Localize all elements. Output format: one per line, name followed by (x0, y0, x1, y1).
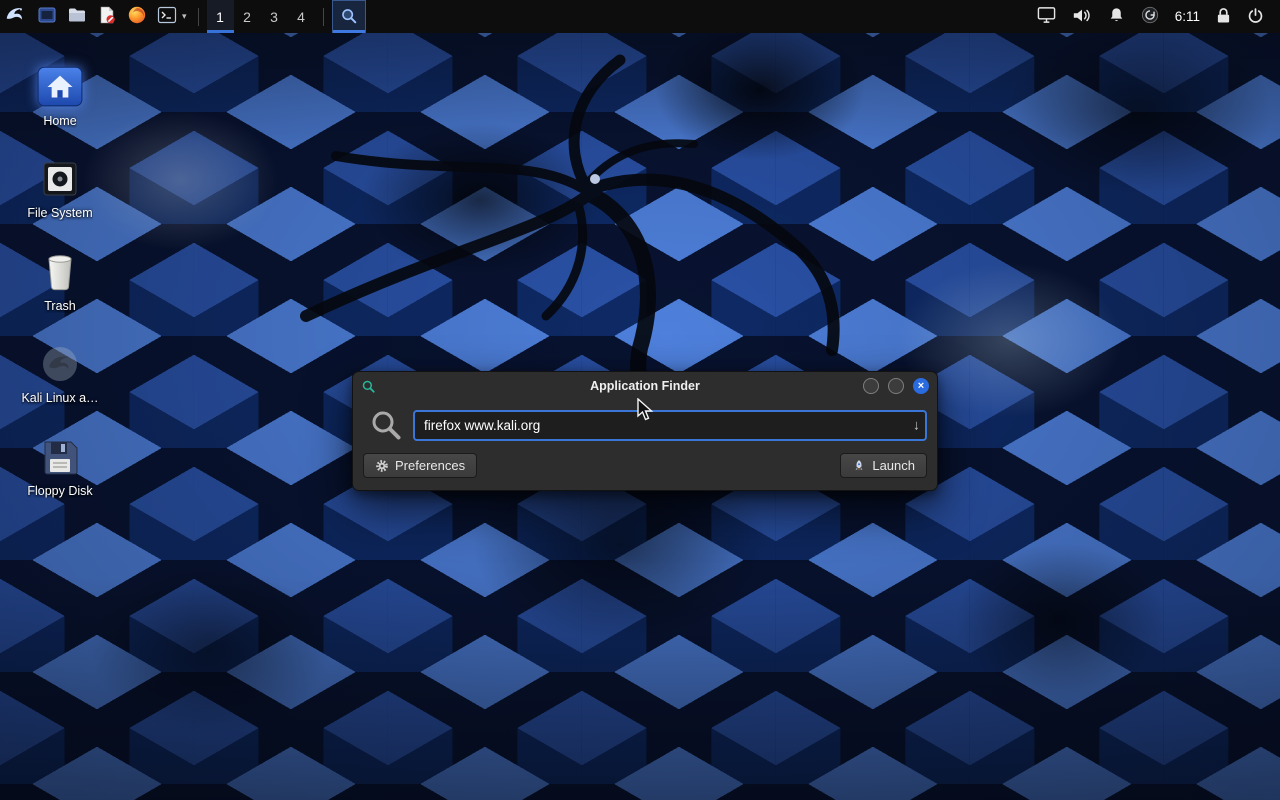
folder-icon (67, 5, 87, 28)
close-icon: × (918, 381, 924, 392)
speaker-icon (1072, 7, 1092, 27)
search-entry-wrap: ↓ (413, 410, 927, 441)
panel-separator (198, 8, 199, 26)
close-button[interactable]: × (913, 378, 929, 394)
panel-separator (323, 8, 324, 26)
application-finder-window: Application Finder × ↓ Preferences (352, 371, 938, 491)
window-icon (37, 5, 57, 28)
launch-icon (852, 459, 866, 473)
chevron-down-icon: ▾ (182, 11, 187, 22)
power-icon (1247, 7, 1264, 27)
file-system-icon (37, 144, 83, 202)
desktop-icon-label: Trash (44, 299, 76, 313)
panel-right: 6:11 (1029, 0, 1280, 33)
search-icon (340, 7, 358, 28)
desktop-icon-list: Home File System Trash Kali Linux a… Flo… (16, 52, 104, 498)
launch-button[interactable]: Launch (840, 453, 927, 478)
workspace-2-button[interactable]: 2 (234, 0, 261, 33)
panel-left: ▾ 1 2 3 4 (0, 0, 366, 33)
firefox-launcher[interactable] (122, 0, 152, 33)
workspace-1-button[interactable]: 1 (207, 0, 234, 33)
workspace-4-button[interactable]: 4 (288, 0, 315, 33)
document-icon (97, 5, 117, 28)
taskbar-application-finder[interactable] (332, 0, 366, 33)
desktop-icon-label: Home (43, 114, 76, 128)
workspace-3-button[interactable]: 3 (261, 0, 288, 33)
desktop-icon-label: Floppy Disk (27, 484, 92, 498)
logout-button[interactable] (1239, 0, 1272, 33)
terminal-dropdown-button[interactable]: ▾ (182, 0, 190, 33)
search-row: ↓ (363, 408, 927, 442)
workspace-label: 4 (297, 9, 305, 25)
action-row: Preferences Launch (363, 453, 927, 478)
minimize-button[interactable] (863, 378, 879, 394)
kali-menu-button[interactable] (0, 0, 32, 33)
trash-icon (37, 237, 83, 295)
kali-disc-icon (37, 329, 83, 387)
desktop-icon-label: File System (27, 206, 92, 220)
lock-screen-button[interactable] (1208, 0, 1239, 33)
updates-icon-button[interactable] (1133, 0, 1167, 33)
display-icon-button[interactable] (1029, 0, 1064, 33)
monitor-icon (1037, 6, 1056, 27)
text-editor-launcher[interactable] (92, 0, 122, 33)
desktop-icon-trash[interactable]: Trash (16, 237, 104, 313)
desktop-icon-floppy-disk[interactable]: Floppy Disk (16, 422, 104, 498)
show-desktop-button[interactable] (32, 0, 62, 33)
window-title: Application Finder (353, 379, 937, 393)
gear-icon (375, 459, 389, 473)
preferences-button[interactable]: Preferences (363, 453, 477, 478)
finder-body: ↓ Preferences Launch (353, 400, 937, 490)
window-controls: × (863, 378, 929, 394)
preferences-label: Preferences (395, 458, 465, 473)
search-icon (369, 408, 403, 442)
workspace-label: 3 (270, 9, 278, 25)
firefox-icon (127, 5, 147, 28)
desktop-icon-file-system[interactable]: File System (16, 144, 104, 220)
bell-icon (1108, 6, 1125, 27)
home-folder-icon (36, 52, 84, 110)
appfinder-window-icon (361, 379, 376, 394)
search-input[interactable] (413, 410, 927, 441)
floppy-disk-icon (37, 422, 83, 480)
workspace-label: 2 (243, 9, 251, 25)
file-manager-launcher[interactable] (62, 0, 92, 33)
terminal-icon (157, 5, 177, 28)
launch-label: Launch (872, 458, 915, 473)
titlebar[interactable]: Application Finder × (353, 372, 937, 400)
desktop-icon-home[interactable]: Home (16, 52, 104, 128)
clock[interactable]: 6:11 (1175, 9, 1200, 24)
volume-icon-button[interactable] (1064, 0, 1100, 33)
maximize-button[interactable] (888, 378, 904, 394)
terminal-launcher[interactable] (152, 0, 182, 33)
workspace-switcher: 1 2 3 4 (207, 0, 315, 33)
desktop-icon-kali-linux[interactable]: Kali Linux a… (16, 329, 104, 405)
lock-icon (1216, 7, 1231, 27)
kali-logo-icon (4, 4, 26, 29)
refresh-circle-icon (1141, 6, 1159, 27)
workspace-label: 1 (216, 9, 224, 25)
desktop-icon-label: Kali Linux a… (21, 391, 98, 405)
notifications-icon-button[interactable] (1100, 0, 1133, 33)
top-panel: ▾ 1 2 3 4 (0, 0, 1280, 33)
